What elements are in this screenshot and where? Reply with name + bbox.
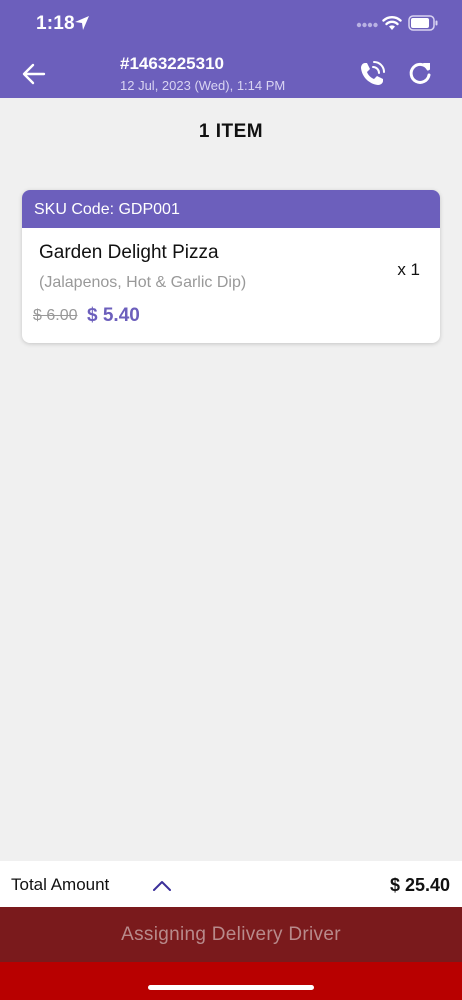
total-amount-bar[interactable]: Total Amount $ 25.40 <box>0 861 462 910</box>
original-price: $ 6.00 <box>33 307 78 324</box>
order-item-card: SKU Code: GDP001 Garden Delight Pizza (J… <box>22 190 440 343</box>
order-number: #1463225310 <box>120 54 225 73</box>
back-button[interactable] <box>20 60 48 88</box>
total-label: Total Amount <box>11 875 110 894</box>
signal-icon <box>356 22 378 28</box>
battery-icon <box>408 15 438 31</box>
app-header: 1:18 #1463225310 12 Jul, 2023 (Wed), 1:1… <box>0 0 462 98</box>
chevron-up-icon[interactable] <box>150 875 174 895</box>
total-value: $ 25.40 <box>389 875 450 895</box>
home-indicator[interactable] <box>148 985 314 990</box>
phone-call-icon[interactable] <box>356 58 388 90</box>
items-count-heading: 1 ITEM <box>198 121 264 142</box>
order-datetime: 12 Jul, 2023 (Wed), 1:14 PM <box>120 78 286 93</box>
refresh-icon[interactable] <box>406 60 434 88</box>
status-time: 1:18 <box>36 13 75 34</box>
wifi-icon <box>382 16 402 30</box>
location-arrow-icon <box>75 16 89 30</box>
bottom-strip <box>0 962 462 1000</box>
sku-code: SKU Code: GDP001 <box>22 190 440 228</box>
discounted-price: $ 5.40 <box>87 305 140 326</box>
item-name: Garden Delight Pizza <box>39 242 219 263</box>
item-quantity: x 1 <box>397 260 420 279</box>
delivery-status-button[interactable]: Assigning Delivery Driver <box>0 907 462 962</box>
item-options: (Jalapenos, Hot & Garlic Dip) <box>39 274 247 291</box>
status-bar: 1:18 <box>0 0 462 48</box>
